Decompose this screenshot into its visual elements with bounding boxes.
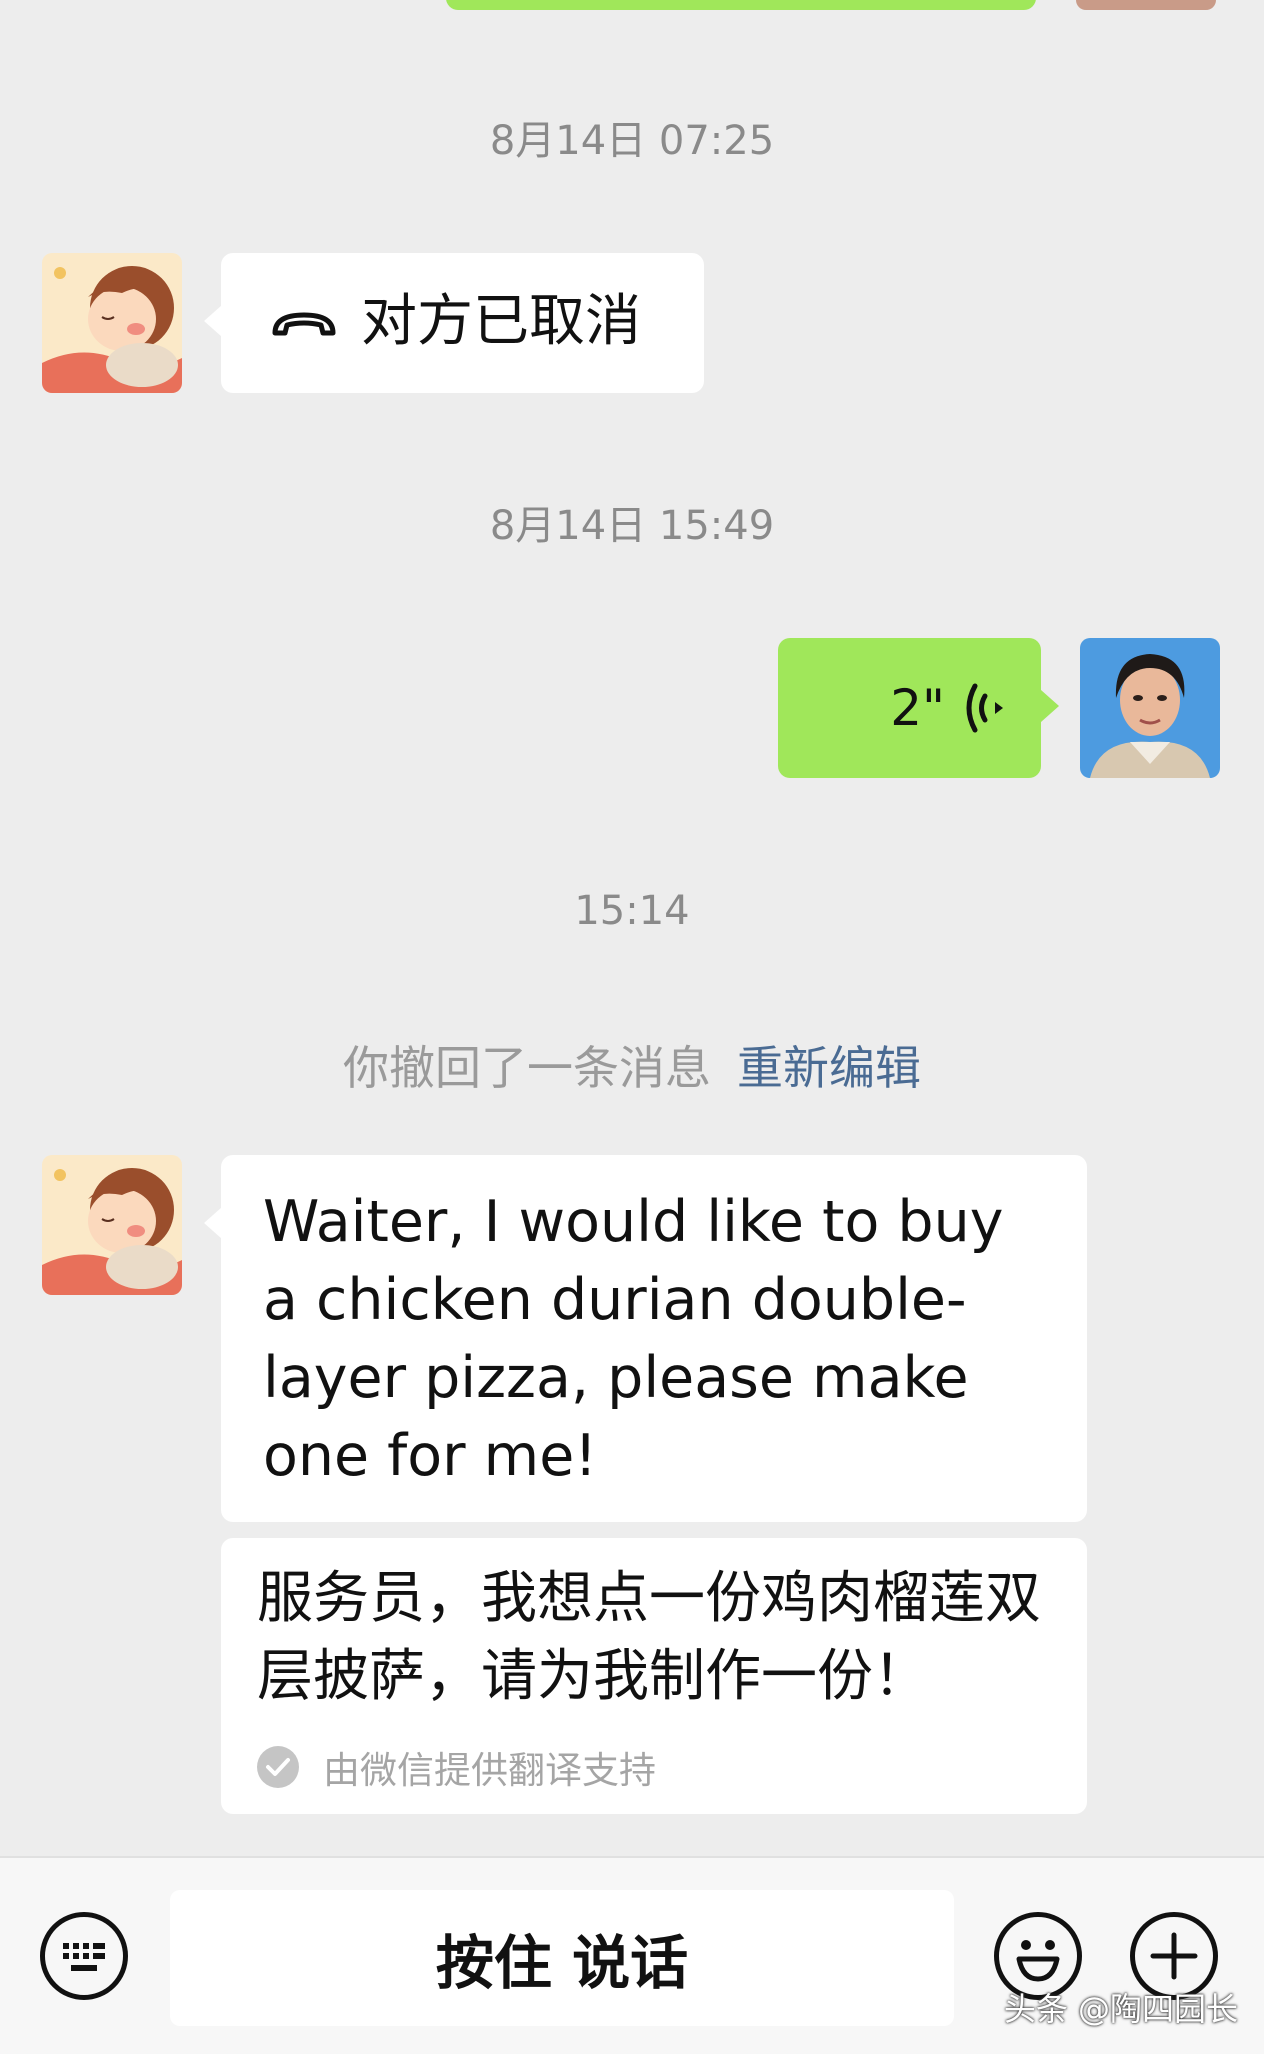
timestamp: 8月14日 15:49 (489, 503, 775, 549)
check-icon (257, 1746, 299, 1788)
woman-avatar-image (1080, 638, 1220, 778)
timestamp: 15:14 (574, 888, 690, 934)
call-status-text: 对方已取消 (361, 289, 641, 354)
recall-notice-text: 你撤回了一条消息 (343, 1041, 711, 1095)
baby-avatar-image (42, 253, 182, 393)
contact-avatar[interactable] (42, 1155, 182, 1295)
phone-hangup-icon (272, 312, 336, 336)
translation-bubble[interactable]: 服务员，我想点一份鸡肉榴莲双层披萨，请为我制作一份！ 由微信提供翻译支持 (221, 1538, 1087, 1814)
bubble-tail (204, 305, 222, 337)
bubble-tail (204, 1207, 222, 1239)
message-text: Waiter, I would like to buy a chicken du… (263, 1189, 1004, 1489)
bubble-tail (1041, 690, 1059, 722)
translation-text: 服务员，我想点一份鸡肉榴莲双层披萨，请为我制作一份！ (257, 1566, 1041, 1709)
contact-avatar[interactable] (42, 253, 182, 393)
text-message-bubble[interactable]: Waiter, I would like to buy a chicken du… (221, 1155, 1087, 1522)
input-bar: 按住 说话 头条 @陶四园长 (0, 1856, 1264, 2054)
timestamp: 8月14日 07:25 (489, 118, 775, 164)
voice-message-bubble[interactable]: 2" (778, 638, 1041, 778)
chat-area: 8月14日 07:25 对方已取消 8月14日 15:49 2" 15:14 你… (0, 0, 1264, 1856)
previous-sent-bubble[interactable] (446, 0, 1036, 10)
keyboard-icon[interactable] (40, 1912, 128, 2000)
translation-note-text: 由微信提供翻译支持 (323, 1749, 656, 1792)
translation-note: 由微信提供翻译支持 (257, 1744, 656, 1792)
re-edit-link[interactable]: 重新编辑 (737, 1041, 921, 1095)
recall-notice: 你撤回了一条消息 重新编辑 (0, 1040, 1264, 1096)
voice-duration: 2" (890, 679, 945, 737)
previous-avatar[interactable] (1076, 0, 1216, 10)
call-message-bubble[interactable]: 对方已取消 (221, 253, 704, 393)
baby-avatar-image (42, 1155, 182, 1295)
my-avatar[interactable] (1080, 638, 1220, 778)
voice-wave-icon (966, 683, 1003, 733)
hold-to-talk-button[interactable]: 按住 说话 (170, 1890, 954, 2026)
watermark: 头条 @陶四园长 (1003, 1990, 1238, 2028)
